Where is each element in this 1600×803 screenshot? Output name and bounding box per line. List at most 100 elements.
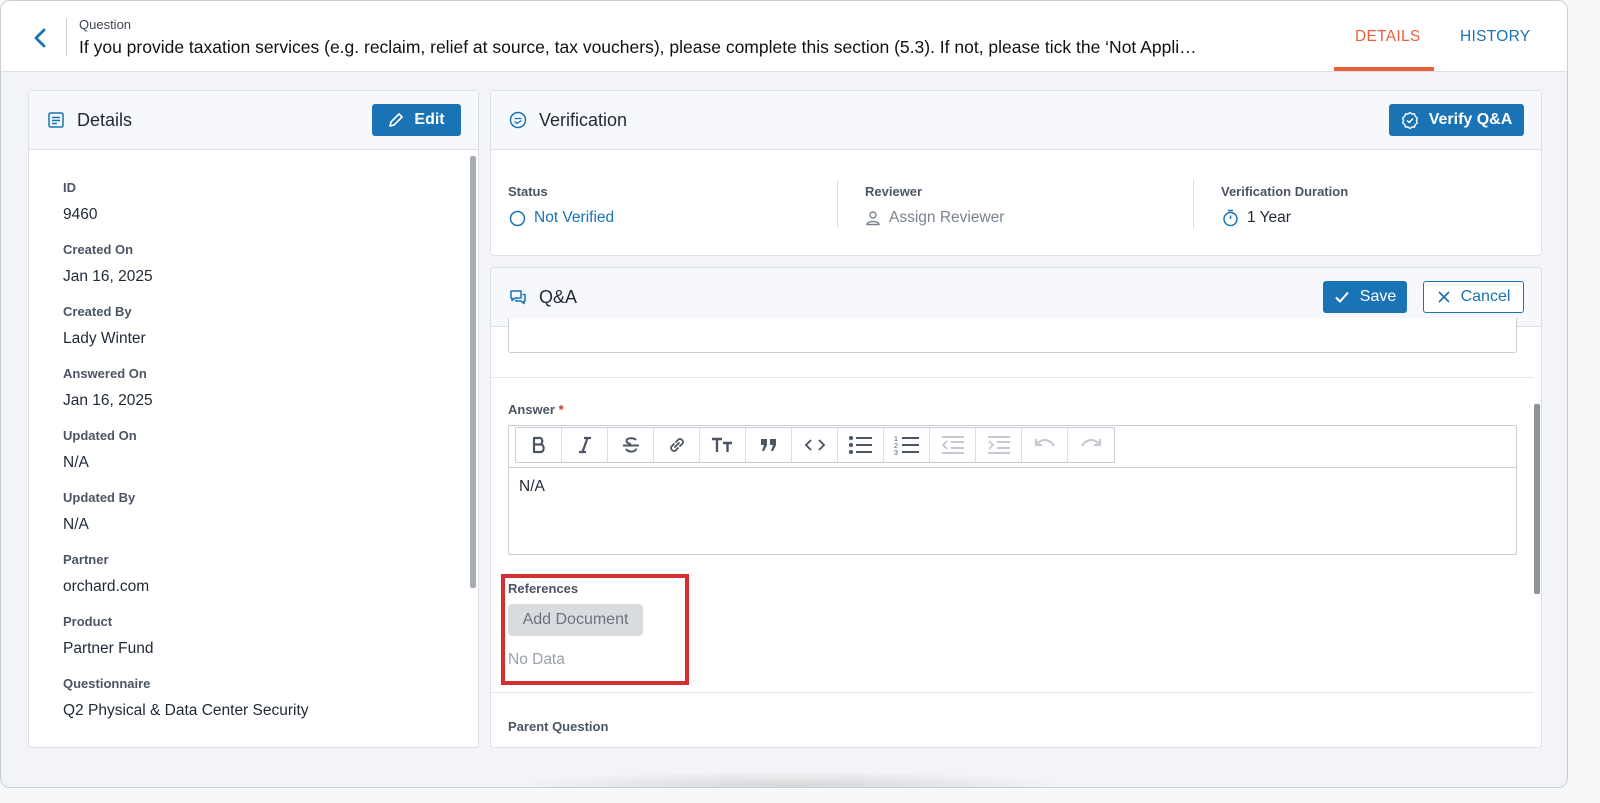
details-title: Details — [77, 110, 133, 130]
pencil-icon — [389, 113, 404, 127]
numbered-list-button[interactable]: 123 — [884, 428, 930, 462]
question-text: If you provide taxation services (e.g. r… — [79, 37, 1197, 57]
bottom-shadow — [511, 771, 1071, 787]
qa-panel: Q&A Save Cancel Answer * N/A References … — [490, 267, 1542, 748]
save-button[interactable]: Save — [1323, 281, 1407, 313]
redo-icon — [1081, 439, 1102, 447]
back-button[interactable] — [27, 25, 53, 51]
tab-details[interactable]: DETAILS — [1355, 28, 1421, 46]
details-panel-header: Details Edit — [29, 91, 478, 150]
italic-button[interactable] — [562, 428, 608, 462]
verification-icon — [509, 111, 527, 129]
document-list-icon — [48, 112, 64, 128]
bold-button[interactable] — [516, 428, 562, 462]
undo-icon — [1034, 439, 1055, 447]
chevron-left-icon — [34, 28, 46, 48]
strikethrough-icon — [622, 437, 639, 453]
status-label: Status — [508, 184, 548, 199]
edit-button[interactable]: Edit — [372, 104, 461, 136]
app-background: Question If you provide taxation service… — [1, 1, 1567, 787]
link-icon — [669, 438, 684, 452]
outdent-button[interactable] — [930, 428, 976, 462]
user-icon — [866, 211, 880, 226]
svg-text:2: 2 — [894, 443, 898, 450]
numbered-list-icon: 123 — [894, 436, 919, 456]
section-divider-top — [491, 377, 1534, 378]
text-size-icon — [711, 437, 732, 452]
tab-history[interactable]: HISTORY — [1460, 28, 1530, 46]
quote-icon — [760, 439, 776, 451]
verification-divider-1 — [837, 180, 838, 228]
field-label-updated-on: Updated On — [63, 428, 137, 443]
verification-divider-2 — [1193, 180, 1194, 228]
verification-title: Verification — [539, 110, 628, 130]
verification-panel: Verification Verify Q&A — [490, 90, 1542, 256]
verification-panel-header: Verification Verify Q&A — [491, 91, 1541, 150]
close-icon — [1437, 291, 1450, 303]
save-label: Save — [1359, 288, 1397, 305]
indent-button[interactable] — [976, 428, 1022, 462]
code-icon — [804, 439, 825, 451]
assign-reviewer-text: Assign Reviewer — [889, 209, 1005, 226]
field-value-created-by: Lady Winter — [63, 330, 146, 347]
bullet-list-icon — [848, 436, 872, 454]
references-highlight — [501, 574, 689, 685]
duration-value: 1 Year — [1222, 209, 1291, 227]
field-value-updated-on: N/A — [63, 454, 89, 471]
status-text: Not Verified — [534, 209, 615, 226]
app-window: Question If you provide taxation service… — [0, 0, 1568, 788]
field-value-created-on: Jan 16, 2025 — [63, 268, 153, 285]
field-label-answered-on: Answered On — [63, 366, 147, 381]
field-value-partner: orchard.com — [63, 578, 150, 595]
duration-text: 1 Year — [1247, 209, 1291, 226]
indent-icon — [987, 436, 1010, 454]
chat-bubbles-icon — [510, 290, 526, 305]
parent-question-label: Parent Question — [508, 719, 609, 734]
field-label-partner: Partner — [63, 552, 109, 567]
edit-label: Edit — [414, 111, 445, 128]
field-value-id: 9460 — [63, 206, 98, 223]
field-label-created-on: Created On — [63, 242, 134, 257]
cancel-button[interactable]: Cancel — [1423, 281, 1524, 313]
details-scrollbar[interactable] — [470, 156, 476, 588]
top-bar: Question If you provide taxation service… — [1, 1, 1567, 72]
field-label-questionnaire: Questionnaire — [63, 676, 151, 691]
field-label-product: Product — [63, 614, 113, 629]
answer-editor[interactable]: N/A — [509, 469, 1516, 554]
redo-button[interactable] — [1068, 428, 1114, 462]
code-button[interactable] — [792, 428, 838, 462]
verify-qa-label: Verify Q&A — [1428, 111, 1513, 128]
answer-label-text: Answer — [508, 402, 555, 417]
details-panel: Details Edit ID 9460 Created On Jan 16, … — [28, 90, 479, 748]
field-value-questionnaire: Q2 Physical & Data Center Security — [63, 702, 309, 719]
duration-label: Verification Duration — [1221, 184, 1349, 199]
svg-text:3: 3 — [894, 450, 898, 456]
qa-scrollbar[interactable] — [1534, 404, 1540, 594]
field-value-answered-on: Jan 16, 2025 — [63, 392, 153, 409]
check-icon — [1335, 291, 1349, 303]
undo-button[interactable] — [1022, 428, 1068, 462]
circle-status-icon — [509, 210, 526, 226]
quote-button[interactable] — [746, 428, 792, 462]
svg-text:1: 1 — [894, 436, 898, 443]
status-value: Not Verified — [509, 209, 614, 227]
editor-toolbar-divider — [509, 467, 1516, 468]
badge-check-icon — [1401, 111, 1418, 129]
bullet-list-button[interactable] — [838, 428, 884, 462]
verify-qa-button[interactable]: Verify Q&A — [1389, 104, 1524, 136]
assign-reviewer-link[interactable]: Assign Reviewer — [865, 209, 1004, 227]
link-button[interactable] — [654, 428, 700, 462]
field-label-created-by: Created By — [63, 304, 132, 319]
reviewer-label: Reviewer — [865, 184, 923, 199]
active-tab-indicator — [1334, 67, 1434, 71]
editor-toolbar: 123 — [515, 427, 1115, 463]
previous-field-box[interactable] — [508, 318, 1517, 353]
strikethrough-button[interactable] — [608, 428, 654, 462]
bold-icon — [532, 436, 545, 454]
italic-icon — [578, 436, 591, 454]
required-mark: * — [558, 402, 564, 417]
stopwatch-icon — [1223, 209, 1238, 227]
header-divider — [66, 18, 67, 56]
field-label-updated-by: Updated By — [63, 490, 136, 505]
text-size-button[interactable] — [700, 428, 746, 462]
